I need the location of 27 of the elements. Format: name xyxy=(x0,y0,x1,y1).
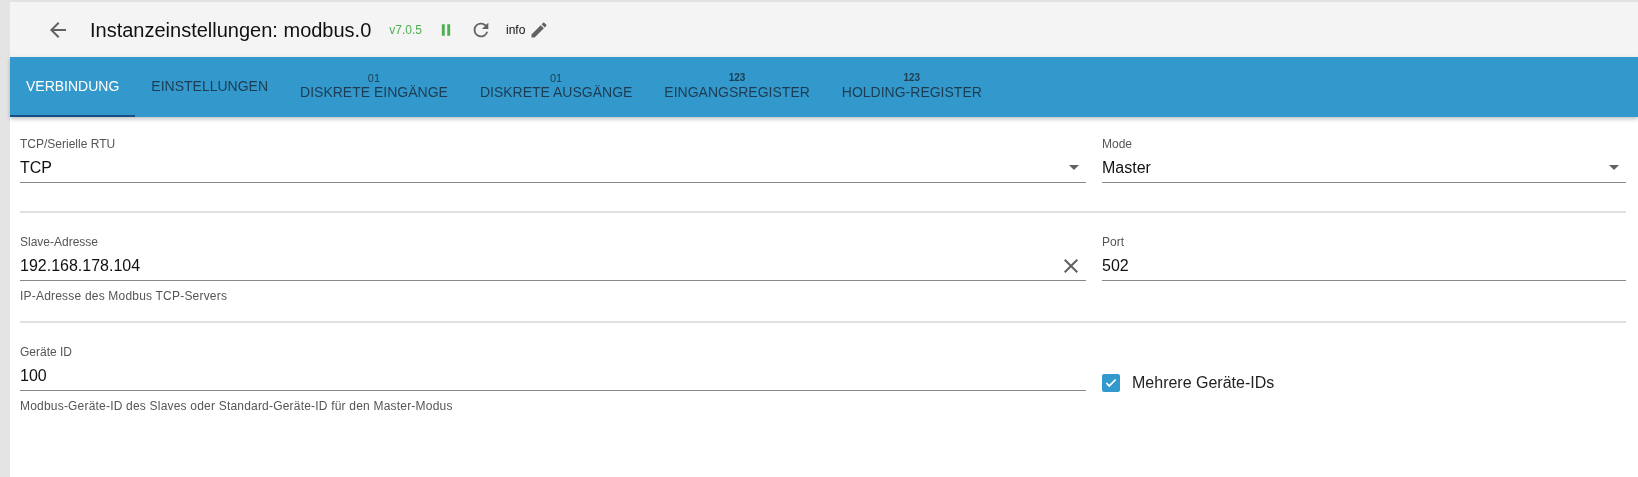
field-label: Geräte ID xyxy=(20,344,74,361)
tab[interactable]: 01 DISKRETE AUSGÄNGE xyxy=(463,57,649,117)
helper-text: IP-Adresse des Modbus TCP-Servers xyxy=(20,288,229,305)
version-label: v7.0.5 xyxy=(389,21,422,39)
page-title: Instanzeinstellungen: modbus.0 xyxy=(90,17,372,43)
checkbox[interactable] xyxy=(1102,374,1120,392)
tab[interactable]: 123 HOLDING-REGISTER xyxy=(825,57,998,117)
clear-icon[interactable] xyxy=(1064,258,1078,273)
input-field[interactable]: 192.168.178.104 xyxy=(20,251,1086,281)
tab[interactable]: 01 DISKRETE EINGÄNGE xyxy=(284,57,464,117)
tab[interactable]: VERBINDUNG xyxy=(10,57,136,117)
tab[interactable]: EINSTELLUNGEN xyxy=(135,57,285,117)
helper-text: Modbus-Geräte-ID des Slaves oder Standard-Geräte-ID für den Master-Modus xyxy=(20,398,454,415)
dropdown-field[interactable]: Master xyxy=(1102,153,1626,183)
check-icon xyxy=(1104,376,1118,390)
field-label: Mode xyxy=(1102,136,1134,153)
field-label: TCP/Serielle RTU xyxy=(20,136,117,153)
input-field[interactable]: 100 xyxy=(20,361,1086,391)
dropdown-caret-icon xyxy=(1069,165,1079,170)
tab[interactable]: 123 EINGANGSREGISTER xyxy=(648,57,826,117)
checkbox-label: Mehrere Geräte-IDs xyxy=(1132,373,1275,393)
field-label: Slave-Adresse xyxy=(20,234,100,251)
info-label: info xyxy=(506,21,526,39)
input-field[interactable]: 502 xyxy=(1102,251,1626,281)
field-label: Port xyxy=(1102,234,1125,251)
dropdown-caret-icon xyxy=(1609,165,1619,170)
dropdown-field[interactable]: TCP xyxy=(20,153,1086,183)
